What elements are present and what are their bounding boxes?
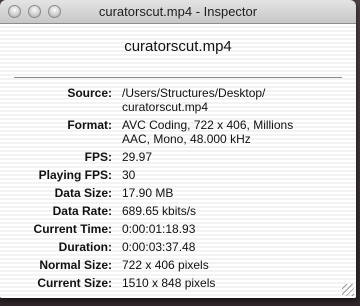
normal-size-value: 722 x 406 pixels xyxy=(122,258,209,272)
inspector-content: curatorscut.mp4 Source: /Users/Structure… xyxy=(0,24,356,298)
data-size-value: 17.90 MB xyxy=(122,186,174,200)
info-row-current-size: Current Size: 1510 x 848 pixels xyxy=(0,276,356,290)
info-row-current-time: Current Time: 0:00:01:18.93 xyxy=(0,222,356,236)
format-value-line: AVC Coding, 722 x 406, Millions xyxy=(122,118,294,132)
divider xyxy=(14,77,342,78)
source-value-line: curatorscut.mp4 xyxy=(122,100,209,114)
current-size-value: 1510 x 848 pixels xyxy=(122,276,216,290)
window-title: curatorscut.mp4 - Inspector xyxy=(98,4,258,19)
format-value-line: AAC, Mono, 48.000 kHz xyxy=(122,132,251,146)
current-time-value: 0:00:01:18.93 xyxy=(122,222,196,236)
format-value: AVC Coding, 722 x 406, Millions AAC, Mon… xyxy=(122,118,356,146)
info-row-playing-fps: Playing FPS: 30 xyxy=(0,168,356,182)
info-row-normal-size: Normal Size: 722 x 406 pixels xyxy=(0,258,356,272)
current-size-label: Current Size: xyxy=(37,276,112,290)
info-row-data-size: Data Size: 17.90 MB xyxy=(0,186,356,200)
title-bar[interactable]: curatorscut.mp4 - Inspector xyxy=(0,0,356,24)
playing-fps-label: Playing FPS: xyxy=(38,168,112,182)
data-rate-value: 689.65 kbits/s xyxy=(122,204,197,218)
source-value: /Users/Structures/Desktop/ curatorscut.m… xyxy=(122,86,356,114)
info-row-source: Source: /Users/Structures/Desktop/ curat… xyxy=(0,86,356,114)
info-row-format: Format: AVC Coding, 722 x 406, Millions … xyxy=(0,118,356,146)
playing-fps-value: 30 xyxy=(122,168,136,182)
normal-size-label: Normal Size: xyxy=(39,258,112,272)
fps-value: 29.97 xyxy=(122,150,153,164)
duration-value: 0:00:03:37.48 xyxy=(122,240,196,254)
file-name-heading: curatorscut.mp4 xyxy=(124,38,232,55)
source-label: Source: xyxy=(67,86,112,100)
source-value-line: /Users/Structures/Desktop/ xyxy=(122,86,266,100)
info-table: Source: /Users/Structures/Desktop/ curat… xyxy=(0,86,356,294)
data-rate-label: Data Rate: xyxy=(52,204,112,218)
current-time-label: Current Time: xyxy=(33,222,112,236)
duration-label: Duration: xyxy=(58,240,112,254)
info-row-fps: FPS: 29.97 xyxy=(0,150,356,164)
info-row-data-rate: Data Rate: 689.65 kbits/s xyxy=(0,204,356,218)
format-label: Format: xyxy=(67,118,112,132)
fps-label: FPS: xyxy=(84,150,112,164)
info-row-duration: Duration: 0:00:03:37.48 xyxy=(0,240,356,254)
resize-grip-icon[interactable] xyxy=(342,284,354,296)
inspector-window: curatorscut.mp4 - Inspector curatorscut.… xyxy=(0,0,356,298)
data-size-label: Data Size: xyxy=(54,186,112,200)
